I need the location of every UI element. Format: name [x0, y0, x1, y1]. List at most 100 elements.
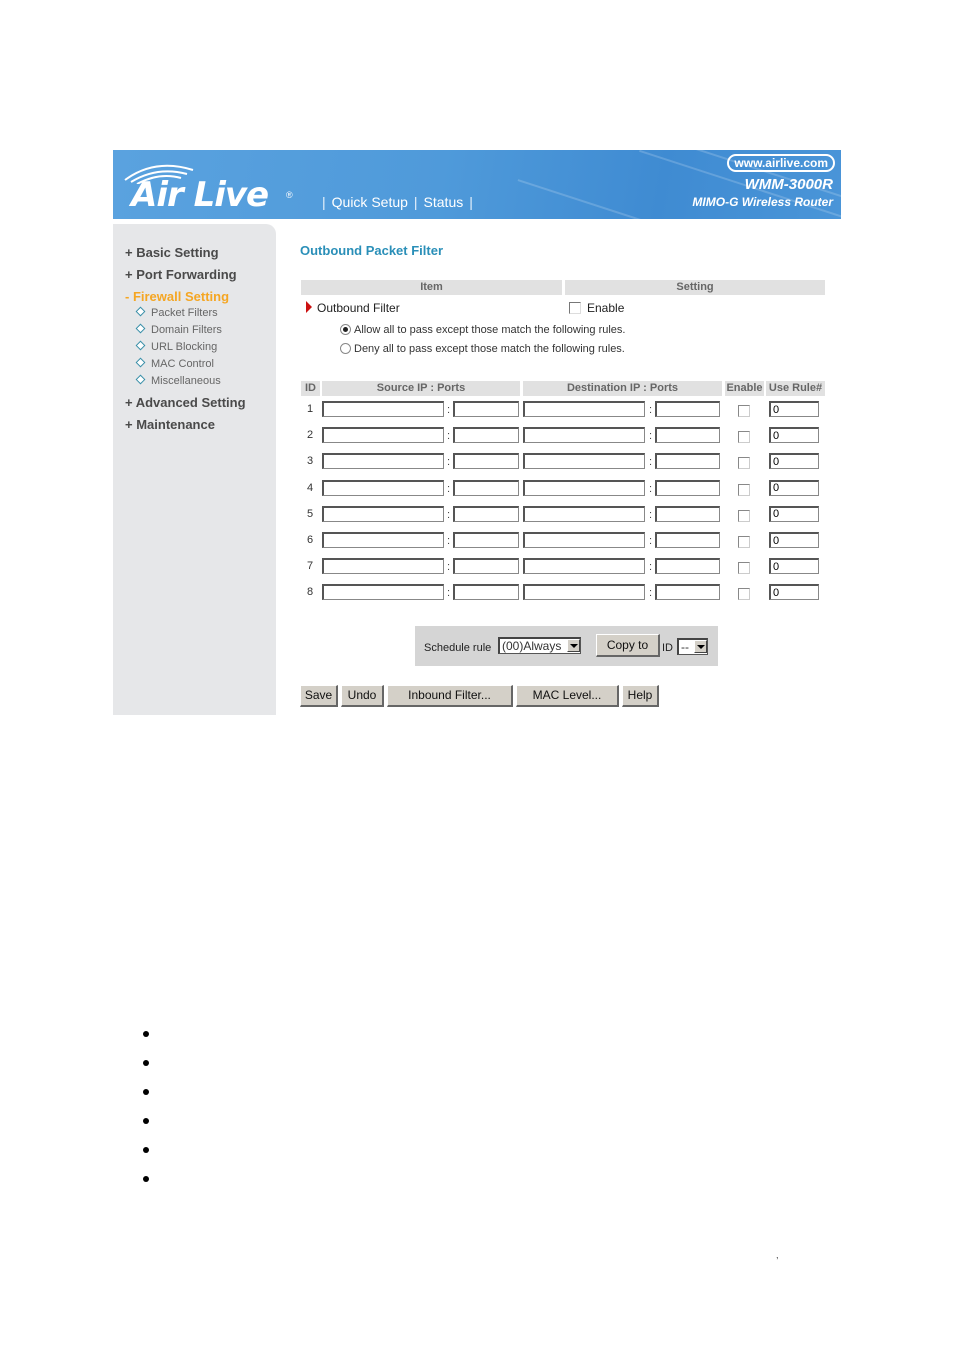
copy-to-id-value: -- [681, 640, 689, 654]
inbound-filter-button[interactable]: Inbound Filter... [387, 685, 513, 707]
header-item: Item [301, 280, 562, 295]
destination-ip-input[interactable] [523, 558, 645, 575]
deny-all-radio[interactable] [340, 343, 351, 354]
sidebar-subitem-url-blocking[interactable]: URL Blocking [125, 340, 246, 357]
chevron-down-icon[interactable] [694, 640, 707, 653]
mac-level-button[interactable]: MAC Level... [516, 685, 619, 707]
destination-port-input[interactable] [655, 584, 720, 601]
rule-enable-checkbox[interactable] [738, 509, 750, 522]
sidebar-subitem-domain-filters[interactable]: Domain Filters [125, 323, 246, 340]
sidebar-item-advanced-setting[interactable]: + Advanced Setting [125, 394, 246, 416]
copy-to-button[interactable]: Copy to [596, 634, 660, 657]
destination-ip-input[interactable] [523, 505, 645, 522]
source-ip-input[interactable] [322, 453, 444, 470]
use-rule-input[interactable] [769, 532, 819, 548]
source-port-input[interactable] [453, 505, 519, 522]
subitem-label: MAC Control [151, 358, 214, 370]
use-rule-input[interactable] [769, 479, 819, 496]
use-rule-input[interactable] [769, 427, 819, 444]
nav-separator: | [322, 194, 326, 210]
row-id: 3 [306, 455, 314, 468]
source-port-input[interactable] [453, 532, 519, 548]
source-ip-input[interactable] [322, 427, 444, 444]
rule-enable-checkbox[interactable] [738, 562, 750, 575]
schedule-rule-value: (00)Always [502, 639, 562, 653]
nav-status[interactable]: Status [424, 194, 464, 210]
destination-port-input[interactable] [655, 427, 720, 444]
ip-port-separator: : [447, 456, 451, 469]
schedule-rule-select[interactable]: (00)Always [498, 637, 581, 654]
rule-enable-checkbox[interactable] [738, 536, 750, 548]
banner-decoration [517, 179, 709, 219]
source-port-input[interactable] [453, 453, 519, 470]
diamond-bullet-icon [135, 357, 146, 368]
col-header-enable: Enable [725, 381, 764, 396]
source-ip-input[interactable] [322, 584, 444, 601]
diamond-bullet-icon [135, 323, 146, 334]
source-ip-input[interactable] [322, 401, 444, 417]
use-rule-input[interactable] [769, 505, 819, 522]
col-header-id: ID [301, 381, 320, 396]
source-port-input[interactable] [453, 584, 519, 601]
sidebar-item-firewall-setting[interactable]: - Firewall Setting [125, 288, 246, 306]
row-id: 5 [306, 507, 314, 520]
sidebar-subitem-miscellaneous[interactable]: Miscellaneous [125, 374, 246, 394]
source-ip-input[interactable] [322, 532, 444, 548]
airlive-logo: Air Live ® [121, 160, 293, 212]
sidebar-item-port-forwarding[interactable]: + Port Forwarding [125, 266, 246, 288]
sidebar-subitem-packet-filters[interactable]: Packet Filters [125, 306, 246, 323]
destination-port-input[interactable] [655, 532, 720, 548]
header-banner: Air Live ® | Quick Setup | Status | www.… [113, 150, 841, 219]
destination-port-input[interactable] [655, 479, 720, 496]
rule-enable-checkbox[interactable] [738, 588, 750, 601]
ip-port-separator: : [447, 508, 451, 521]
source-port-input[interactable] [453, 558, 519, 575]
rule-enable-checkbox[interactable] [738, 405, 750, 417]
copy-to-id-select[interactable]: -- [677, 638, 708, 655]
nav-quick-setup[interactable]: Quick Setup [332, 194, 408, 210]
sidebar-subitem-mac-control[interactable]: MAC Control [125, 357, 246, 374]
sidebar-item-maintenance[interactable]: + Maintenance [125, 416, 246, 438]
source-port-input[interactable] [453, 401, 519, 417]
ip-port-separator: : [649, 456, 653, 469]
bullet-point [143, 1118, 149, 1124]
destination-port-input[interactable] [655, 558, 720, 575]
use-rule-input[interactable] [769, 401, 819, 417]
allow-all-label: Allow all to pass except those match the… [354, 324, 626, 336]
row-id: 8 [306, 586, 314, 599]
rule-enable-checkbox[interactable] [738, 457, 750, 470]
sidebar-item-basic-setting[interactable]: + Basic Setting [125, 244, 246, 266]
source-ip-input[interactable] [322, 479, 444, 496]
outbound-filter-enable-checkbox[interactable] [569, 302, 581, 314]
destination-port-input[interactable] [655, 453, 720, 470]
source-port-input[interactable] [453, 479, 519, 496]
destination-ip-input[interactable] [523, 532, 645, 548]
use-rule-input[interactable] [769, 584, 819, 601]
save-button[interactable]: Save [300, 685, 338, 707]
source-ip-input[interactable] [322, 505, 444, 522]
use-rule-input[interactable] [769, 558, 819, 575]
outbound-filter-label: Outbound Filter [317, 301, 400, 315]
help-button[interactable]: Help [622, 685, 659, 707]
rule-enable-checkbox[interactable] [738, 483, 750, 496]
red-arrow-icon [306, 301, 312, 313]
destination-ip-input[interactable] [523, 453, 645, 470]
source-ip-input[interactable] [322, 558, 444, 575]
ip-port-separator: : [649, 430, 653, 443]
destination-ip-input[interactable] [523, 401, 645, 417]
nav-separator: | [413, 194, 418, 210]
registered-mark: ® [286, 190, 293, 200]
rule-enable-checkbox[interactable] [738, 431, 750, 444]
destination-ip-input[interactable] [523, 479, 645, 496]
enable-label: Enable [587, 301, 625, 315]
header-setting: Setting [565, 280, 825, 295]
destination-ip-input[interactable] [523, 427, 645, 444]
use-rule-input[interactable] [769, 453, 819, 470]
allow-all-radio[interactable] [340, 324, 351, 335]
destination-port-input[interactable] [655, 401, 720, 417]
destination-ip-input[interactable] [523, 584, 645, 601]
undo-button[interactable]: Undo [341, 685, 384, 707]
source-port-input[interactable] [453, 427, 519, 444]
chevron-down-icon[interactable] [567, 639, 580, 652]
destination-port-input[interactable] [655, 505, 720, 522]
